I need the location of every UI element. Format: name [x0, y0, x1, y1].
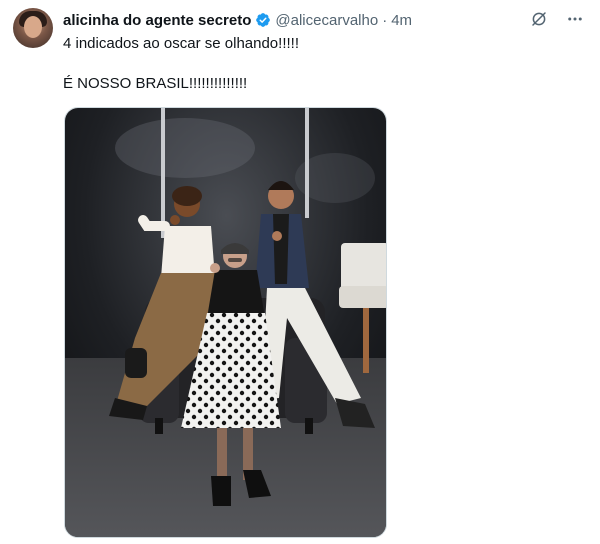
tweet-actions-top	[528, 8, 586, 30]
handle[interactable]: @alicecarvalho	[275, 12, 378, 29]
verified-icon	[256, 13, 271, 27]
tweet-header: alicinha do agente secreto @alicecarvalh…	[63, 10, 600, 30]
more-icon-svg	[568, 17, 582, 21]
tweet-text-line-1: 4 indicados ao oscar se olhando!!!!!	[63, 35, 299, 52]
photo-illustration	[65, 108, 386, 537]
more-icon[interactable]	[564, 8, 586, 30]
tweet-text-line-2: É NOSSO BRASIL!!!!!!!!!!!!!!	[63, 75, 248, 92]
display-name[interactable]: alicinha do agente secreto	[63, 12, 251, 29]
grok-icon[interactable]	[528, 8, 550, 30]
grok-icon-svg	[532, 12, 546, 26]
avatar[interactable]	[13, 8, 53, 48]
tweet-photo[interactable]	[64, 107, 387, 538]
avatar-face	[24, 16, 42, 38]
separator-dot: ·	[382, 11, 388, 29]
tweet-text: 4 indicados ao oscar se olhando!!!!! É N…	[63, 34, 583, 94]
timestamp[interactable]: 4m	[391, 12, 412, 29]
